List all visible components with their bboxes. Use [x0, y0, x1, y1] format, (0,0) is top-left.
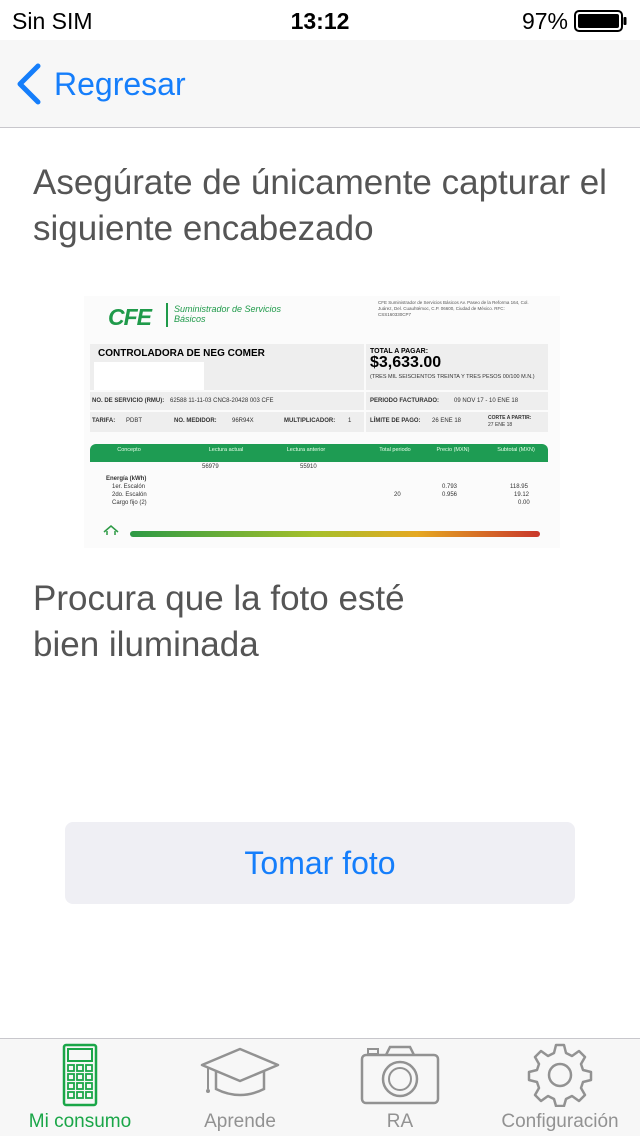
tab-label: Mi consumo — [28, 1111, 132, 1132]
header-current-reading: Lectura actual — [208, 447, 244, 453]
total-words: (TRES MIL SEISCIENTOS TREINTA Y TRES PES… — [370, 374, 535, 380]
service-number-label: NO. DE SERVICIO (RMU): — [92, 398, 165, 404]
row-price: 0.956 — [442, 492, 458, 498]
row-price: 0.793 — [442, 484, 458, 490]
navigation-bar: Regresar — [0, 40, 640, 128]
tab-aprende[interactable]: Aprende — [160, 1039, 320, 1136]
multiplier-label: MULTIPLICADOR: — [284, 418, 336, 424]
due-label: LÍMITE DE PAGO: — [370, 418, 421, 424]
header-price: Precio (MXN) — [436, 447, 470, 453]
battery-percentage: 97% — [521, 8, 568, 34]
cutoff-value: 27 ENE 18 — [488, 422, 513, 428]
logo-divider — [166, 303, 168, 327]
header-previous-reading: Lectura anterior — [286, 447, 326, 453]
back-label: Regresar — [54, 65, 186, 102]
row-subtotal: 19.12 — [514, 492, 530, 498]
current-reading-value: 56979 — [202, 464, 219, 470]
camera-icon — [360, 1045, 440, 1105]
row-subtotal: 118.95 — [510, 484, 528, 490]
meter-value: 96R94X — [232, 418, 254, 424]
consumption-table-header: Concepto Lectura actual Lectura anterior… — [90, 444, 548, 462]
house-icon — [103, 525, 119, 535]
company-name: CONTROLADORA DE NEG COMER — [98, 348, 265, 359]
meter-label: NO. MEDIDOR: — [174, 418, 217, 424]
cfe-address: CFE Suministrador de Servicios Básicos A… — [378, 300, 529, 317]
row-subtotal: 0.00 — [518, 500, 530, 506]
header-concept: Concepto — [117, 447, 141, 453]
header-capture-instruction: Asegúrate de únicamente capturar el sigu… — [33, 163, 607, 248]
row-total: 20 — [394, 492, 401, 498]
total-amount: $3,633.00 — [370, 354, 442, 371]
cfe-logo-subtitle: Suministrador de Servicios Básicos — [174, 304, 282, 324]
tab-label: Aprende — [204, 1111, 276, 1132]
chevron-left-icon — [17, 63, 41, 105]
cfe-logo: CFE — [108, 304, 152, 330]
multiplier-value: 1 — [348, 418, 352, 424]
due-value: 26 ENE 18 — [432, 418, 462, 424]
tab-mi-consumo[interactable]: Mi consumo — [0, 1039, 160, 1136]
take-photo-button[interactable]: Tomar foto — [65, 822, 575, 904]
energy-label: Energía (kWh) — [106, 476, 147, 482]
period-label: PERIODO FACTURADO: — [370, 398, 439, 404]
row-concept: 1er. Escalón — [112, 484, 146, 490]
header-subtotal: Subtotal (MXN) — [497, 447, 535, 453]
tab-label: Configuración — [501, 1111, 619, 1132]
cutoff-label: CORTE A PARTIR: — [488, 415, 532, 421]
service-number: 62588 11-11-03 CNC8-20428 003 CFE — [170, 398, 274, 404]
row-concept: Cargo fijo (2) — [112, 500, 147, 506]
tariff-value: PDBT — [126, 418, 143, 424]
row-concept: 2do. Escalón — [112, 492, 147, 498]
back-button[interactable]: Regresar — [16, 62, 186, 106]
calculator-icon — [62, 1043, 98, 1107]
tab-bar: Mi consumo Aprende RA Configuración — [0, 1038, 640, 1136]
redacted-area — [94, 362, 204, 390]
gear-icon — [527, 1043, 593, 1107]
header-period-total: Total periodo — [379, 447, 411, 453]
status-bar: Sin SIM 13:12 97% — [0, 0, 640, 40]
consumption-gradient-bar — [130, 531, 540, 537]
period-value: 09 NOV 17 - 10 ENE 18 — [454, 398, 519, 404]
battery-icon — [574, 10, 627, 32]
lighting-instruction: Procura que la foto esté bien iluminada — [33, 579, 405, 664]
graduation-cap-icon — [200, 1047, 280, 1097]
previous-reading-value: 55910 — [300, 464, 317, 470]
tab-label: RA — [386, 1111, 414, 1132]
tab-ra[interactable]: RA — [320, 1039, 480, 1136]
receipt-sample-image: CFE Suministrador de Servicios Básicos C… — [84, 296, 560, 548]
tariff-label: TARIFA: — [92, 418, 116, 424]
tab-configuracion[interactable]: Configuración — [480, 1039, 640, 1136]
